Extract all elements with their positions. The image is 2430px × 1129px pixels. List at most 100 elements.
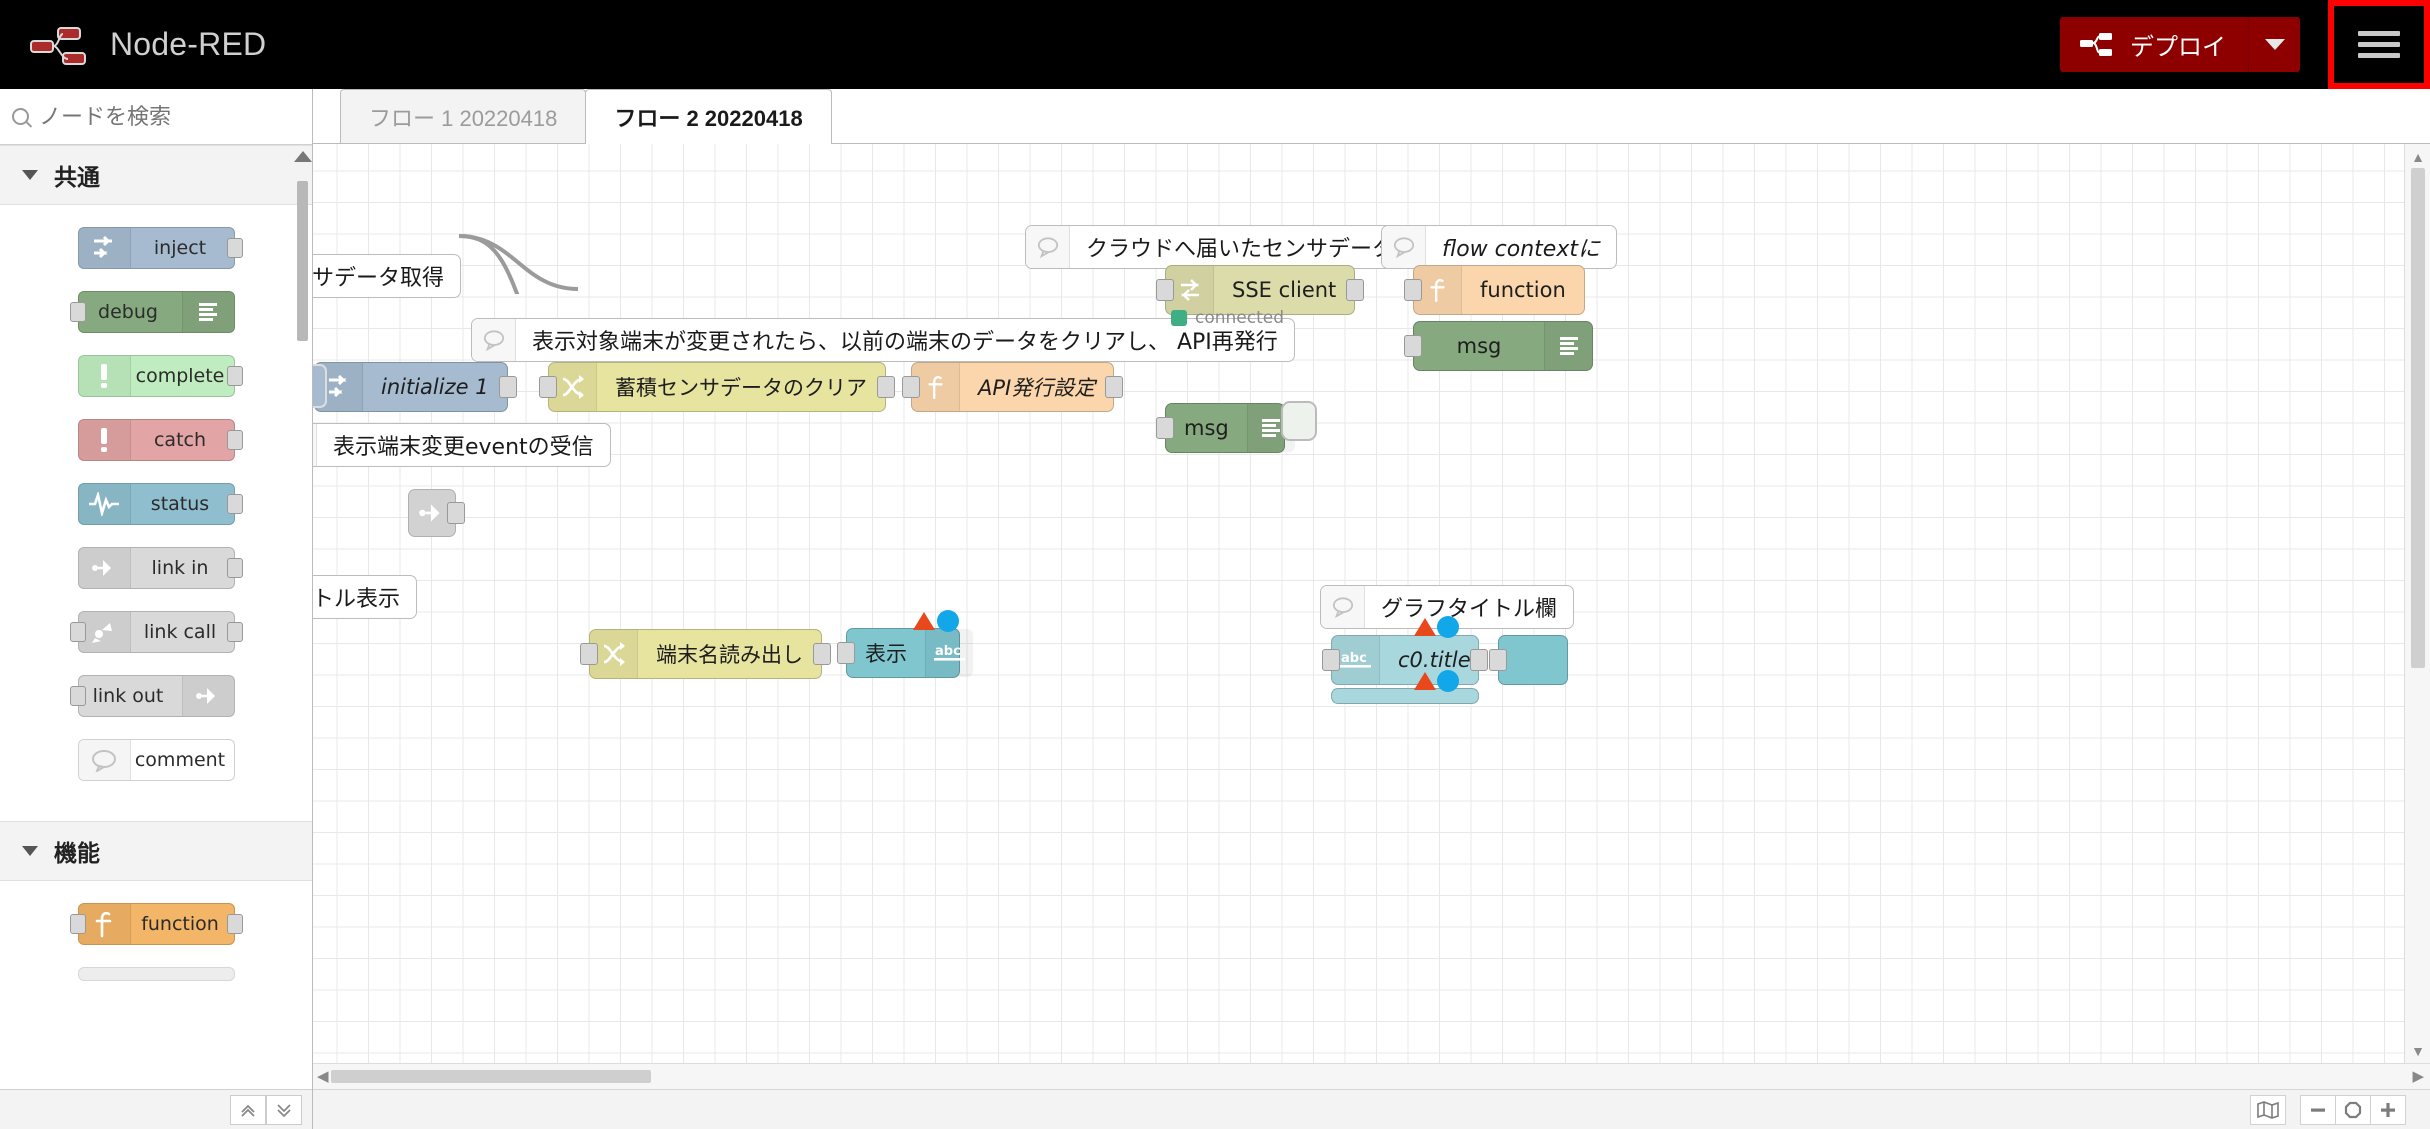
palette-category-label: 共通 <box>54 164 100 190</box>
node-output-port[interactable] <box>813 643 831 665</box>
flow-node-debug-msg-1[interactable]: msg <box>1404 321 1593 371</box>
flow-node-partial-below[interactable] <box>1331 688 1479 704</box>
palette-node-link-in[interactable]: link in <box>77 547 243 589</box>
node-input-port[interactable] <box>837 642 855 664</box>
node-input-port[interactable] <box>539 376 557 398</box>
node-output-port[interactable] <box>226 238 243 258</box>
node-red-logo-icon <box>30 26 86 65</box>
node-input-port[interactable] <box>580 643 598 665</box>
link-out-icon <box>181 676 234 716</box>
exclamation-icon <box>78 420 131 460</box>
node-input-port[interactable] <box>902 376 920 398</box>
palette-node-catch[interactable]: catch <box>77 419 243 461</box>
comment-label: 表示対象端末が変更されたら、以前の端末のデータをクリアし、 API再発行 <box>532 330 1278 355</box>
flow-node-clear-sensor-data[interactable]: 蓄積センサデータのクリア <box>539 362 895 412</box>
node-input-port[interactable] <box>1156 279 1174 301</box>
palette-search[interactable] <box>0 89 312 145</box>
palette-node-status[interactable]: status <box>77 483 243 525</box>
scroll-down-icon[interactable]: ▼ <box>2405 1041 2430 1061</box>
node-input-port[interactable] <box>1404 335 1422 357</box>
zoom-reset-button[interactable] <box>2335 1094 2371 1125</box>
node-output-port[interactable] <box>226 430 243 450</box>
inject-button-handle[interactable] <box>313 364 327 408</box>
flow-node-function[interactable]: function <box>1404 265 1585 315</box>
palette-scrollbar-thumb[interactable] <box>297 181 308 341</box>
palette-category-header-common[interactable]: 共通 <box>0 145 312 205</box>
node-output-port[interactable] <box>1470 649 1488 671</box>
node-output-port[interactable] <box>1105 376 1124 398</box>
node-output-port[interactable] <box>877 376 895 398</box>
canvas-vscroll-thumb[interactable] <box>2411 168 2425 668</box>
flow-node-link-in[interactable] <box>408 489 465 537</box>
canvas-hscroll-thumb[interactable] <box>331 1070 651 1083</box>
expand-all-button[interactable] <box>266 1094 302 1125</box>
node-input-port[interactable] <box>1404 279 1422 301</box>
zoom-in-button[interactable] <box>2370 1094 2406 1125</box>
flow-node-read-device-name[interactable]: 端末名読み出し <box>580 629 831 679</box>
node-status-text: connected <box>1195 308 1285 328</box>
zoom-out-button[interactable] <box>2300 1094 2336 1125</box>
comment-node-title-display[interactable]: タイトル表示 <box>313 575 418 619</box>
brand: Node-RED <box>30 23 266 67</box>
node-input-port[interactable] <box>1489 649 1507 671</box>
deploy-dropdown-button[interactable] <box>2248 17 2300 72</box>
deploy-button[interactable]: デプロイ <box>2060 17 2248 72</box>
collapse-all-button[interactable] <box>230 1094 266 1125</box>
link-in-icon <box>78 548 131 588</box>
scroll-up-icon[interactable]: ▲ <box>2405 147 2430 167</box>
palette-node-link-call[interactable]: link call <box>69 611 243 653</box>
palette-footer <box>0 1089 312 1129</box>
palette-node-function[interactable]: function <box>69 903 243 945</box>
pulse-wave-icon <box>78 484 131 524</box>
flow-canvas[interactable]: センサデータ取得 表示対象端末が変更されたら、以前の端末のデータをクリアし、 A… <box>313 144 2430 1089</box>
node-output-port[interactable] <box>226 914 243 934</box>
flow-node-display[interactable]: 表示 abc <box>837 628 973 678</box>
flow-node-debug-msg-2[interactable]: msg <box>1156 403 1295 453</box>
node-output-port[interactable] <box>498 376 517 398</box>
palette-node-complete[interactable]: complete <box>77 355 243 397</box>
comment-bubble-icon <box>1321 586 1365 628</box>
palette-sidebar: 共通 inject debug <box>0 89 313 1129</box>
node-input-port[interactable] <box>1322 649 1340 671</box>
node-output-port[interactable] <box>447 502 465 524</box>
comment-node-sensor-data[interactable]: センサデータ取得 <box>313 254 462 298</box>
flow-node-initialize[interactable]: initialize 1 <box>314 362 517 412</box>
debug-lines-icon <box>181 292 234 332</box>
node-warning-badge <box>1414 672 1436 690</box>
node-info-badge <box>1437 616 1459 638</box>
node-output-port[interactable] <box>226 558 243 578</box>
palette-node-link-out[interactable]: link out <box>69 675 235 717</box>
node-output-port[interactable] <box>226 366 243 386</box>
scroll-left-icon[interactable]: ◀ <box>317 1067 329 1085</box>
node-output-port[interactable] <box>226 622 243 642</box>
comment-node-event-receive[interactable]: 表示端末変更eventの受信 <box>313 423 611 467</box>
canvas-horizontal-scrollbar[interactable]: ◀ ▶ <box>313 1063 2430 1089</box>
palette-node-debug[interactable]: debug <box>69 291 235 333</box>
tab-flow-2[interactable]: フロー 2 20220418 <box>585 89 832 144</box>
search-input[interactable] <box>39 103 300 130</box>
node-output-port[interactable] <box>226 494 243 514</box>
status-bar <box>313 1089 2430 1129</box>
node-input-port[interactable] <box>69 622 86 642</box>
flow-node-partial-right[interactable] <box>1489 635 1568 685</box>
palette-node-comment[interactable]: comment <box>77 739 235 781</box>
canvas-vertical-scrollbar[interactable]: ▲ ▼ <box>2404 144 2430 1064</box>
flow-node-api-config[interactable]: API発行設定 <box>902 362 1124 412</box>
main-menu-button[interactable] <box>2328 0 2430 89</box>
node-input-port[interactable] <box>69 302 86 322</box>
scroll-right-icon[interactable]: ▶ <box>2412 1067 2424 1085</box>
debug-toggle-button[interactable] <box>1281 401 1317 441</box>
node-input-port[interactable] <box>69 914 86 934</box>
node-output-port[interactable] <box>1346 279 1365 301</box>
tab-flow-1[interactable]: フロー 1 20220418 <box>340 89 587 143</box>
comment-node-flow-context[interactable]: flow contextに <box>1381 225 1617 269</box>
navigator-button[interactable] <box>2250 1094 2286 1125</box>
triangle-up-icon[interactable] <box>294 151 312 162</box>
palette-node-partial[interactable] <box>77 967 235 981</box>
palette-scrollbar[interactable] <box>294 151 312 1125</box>
node-input-port[interactable] <box>69 686 86 706</box>
palette-category-label: 機能 <box>54 840 100 866</box>
node-input-port[interactable] <box>1156 417 1174 439</box>
palette-node-inject[interactable]: inject <box>77 227 243 269</box>
palette-category-header-function[interactable]: 機能 <box>0 821 312 881</box>
